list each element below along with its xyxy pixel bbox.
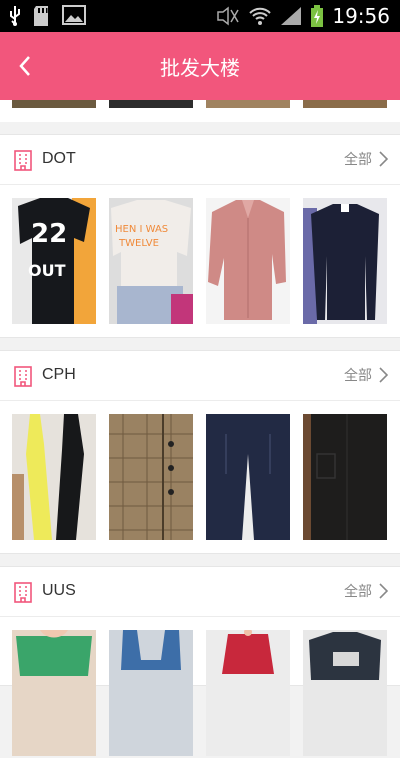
previous-section-peek xyxy=(0,100,400,122)
view-all-button[interactable]: 全部 xyxy=(344,365,388,385)
graphic-tee-image xyxy=(303,630,387,756)
svg-text:HEN I WAS: HEN I WAS xyxy=(115,224,168,235)
store-section: DOT 全部 22 OUT HEN I WAS TWELVE xyxy=(0,134,400,338)
section-title: UUS xyxy=(42,582,76,599)
product-thumbnail[interactable] xyxy=(206,100,290,108)
product-thumbnail[interactable] xyxy=(109,100,193,108)
slogan-tee-image: HEN I WAS TWELVE xyxy=(109,198,193,324)
section-title: DOT xyxy=(42,150,76,167)
section-header[interactable]: CPH 全部 xyxy=(0,351,400,401)
svg-text:22: 22 xyxy=(31,219,67,249)
product-thumbnail[interactable] xyxy=(12,100,96,108)
building-icon xyxy=(14,582,32,603)
usb-icon xyxy=(10,6,20,26)
product-thumbnail[interactable] xyxy=(303,414,387,540)
pink-blouse-image xyxy=(206,198,290,324)
navy-trousers-image xyxy=(206,414,290,540)
product-thumbnail[interactable] xyxy=(109,414,193,540)
building-icon xyxy=(14,366,32,387)
section-title: CPH xyxy=(42,366,76,383)
product-thumbnail[interactable] xyxy=(12,630,96,756)
mute-icon xyxy=(217,6,240,26)
tshirt-22-image: 22 OUT xyxy=(12,198,96,324)
product-thumbnails: 22 OUT HEN I WAS TWELVE xyxy=(0,198,400,326)
app-header: 批发大楼 xyxy=(0,32,400,100)
product-thumbnail[interactable]: HEN I WAS TWELVE xyxy=(109,198,193,324)
product-thumbnail[interactable] xyxy=(303,100,387,108)
view-all-button[interactable]: 全部 xyxy=(344,581,388,601)
red-offshoulder-image xyxy=(206,630,290,756)
lace-top-image xyxy=(12,630,96,756)
product-thumbnails xyxy=(0,414,400,542)
chevron-right-icon xyxy=(379,151,388,167)
image-icon xyxy=(62,5,86,25)
view-all-label: 全部 xyxy=(344,368,372,384)
product-thumbnail[interactable]: 22 OUT xyxy=(12,198,96,324)
view-all-label: 全部 xyxy=(344,584,372,600)
plaid-skirt-image xyxy=(109,414,193,540)
product-thumbnail[interactable] xyxy=(206,630,290,756)
black-skirt-image xyxy=(303,414,387,540)
section-header[interactable]: DOT 全部 xyxy=(0,135,400,185)
store-section: UUS 全部 xyxy=(0,566,400,756)
product-thumbnail[interactable] xyxy=(206,414,290,540)
battery-icon xyxy=(311,5,324,27)
product-thumbnail[interactable] xyxy=(303,198,387,324)
product-thumbnails xyxy=(0,630,400,758)
clock: 19:56 xyxy=(332,4,390,28)
product-thumbnail[interactable] xyxy=(303,630,387,756)
product-thumbnail[interactable] xyxy=(206,198,290,324)
store-section: CPH 全部 xyxy=(0,350,400,554)
building-icon xyxy=(14,150,32,171)
yellow-black-top-image xyxy=(12,414,96,540)
svg-text:OUT: OUT xyxy=(28,261,66,280)
navy-cardigan-image xyxy=(303,198,387,324)
svg-text:TWELVE: TWELVE xyxy=(118,238,159,249)
sd-card-icon xyxy=(34,6,48,26)
wifi-icon xyxy=(249,7,272,25)
page-title: 批发大楼 xyxy=(160,56,240,80)
view-all-button[interactable]: 全部 xyxy=(344,149,388,169)
chevron-right-icon xyxy=(379,583,388,599)
product-thumbnail[interactable] xyxy=(12,414,96,540)
denim-dress-image xyxy=(109,630,193,756)
signal-icon xyxy=(281,7,302,25)
product-thumbnail[interactable] xyxy=(109,630,193,756)
status-bar: 19:56 xyxy=(0,0,400,32)
section-header[interactable]: UUS 全部 xyxy=(0,567,400,617)
chevron-right-icon xyxy=(379,367,388,383)
view-all-label: 全部 xyxy=(344,152,372,168)
